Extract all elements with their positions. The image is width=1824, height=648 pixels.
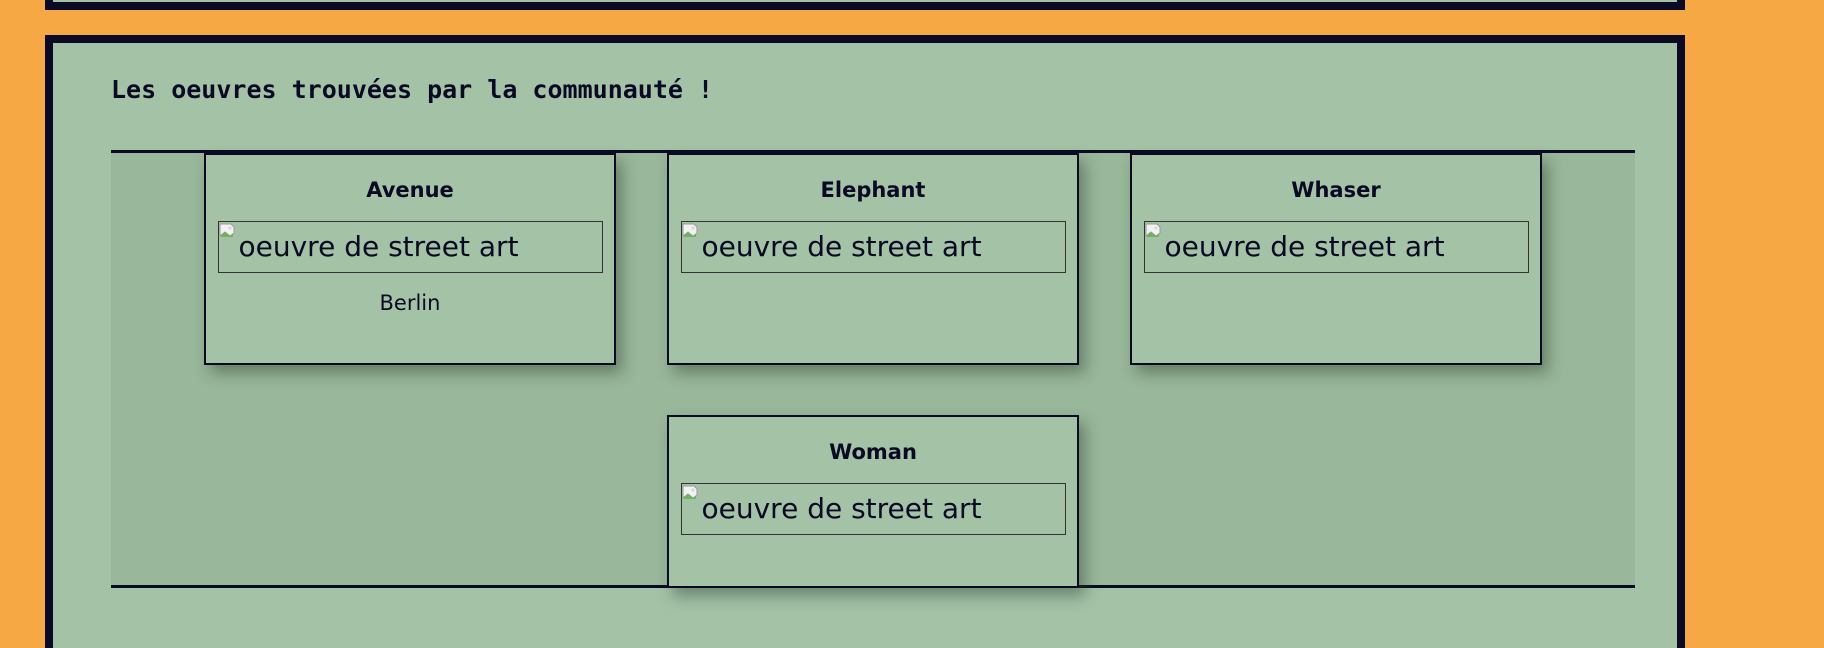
artwork-title: Elephant [820,178,926,202]
artwork-title: Avenue [366,178,454,202]
broken-image-icon [1145,223,1165,245]
artwork-card-avenue[interactable]: Avenue oeuvre de street art Berlin [204,153,616,365]
artwork-image-alt: oeuvre de street art [1164,230,1445,263]
artwork-card-elephant[interactable]: Elephant oeuvre de street art [667,153,1079,365]
artwork-title: Whaser [1291,178,1381,202]
artwork-image[interactable]: oeuvre de street art [1143,221,1529,273]
artwork-image[interactable]: oeuvre de street art [680,483,1066,535]
artwork-title: Woman [829,440,917,464]
artwork-image[interactable]: oeuvre de street art [680,221,1066,273]
artwork-gallery: Avenue oeuvre de street art Berlin Eleph… [111,150,1635,588]
artwork-image[interactable]: oeuvre de street art [217,221,603,273]
top-panel [45,0,1685,10]
artwork-image-alt: oeuvre de street art [238,230,519,263]
artwork-card-woman[interactable]: Woman oeuvre de street art [667,415,1079,588]
artwork-image-alt: oeuvre de street art [701,492,982,525]
artwork-card-whaser[interactable]: Whaser oeuvre de street art [1130,153,1542,365]
broken-image-icon [219,223,239,245]
section-title: Les oeuvres trouvées par la communauté ! [111,75,714,104]
broken-image-icon [682,485,702,507]
artwork-city: Berlin [379,291,441,315]
community-artworks-panel: Les oeuvres trouvées par la communauté !… [45,35,1685,648]
artwork-image-alt: oeuvre de street art [701,230,982,263]
broken-image-icon [682,223,702,245]
